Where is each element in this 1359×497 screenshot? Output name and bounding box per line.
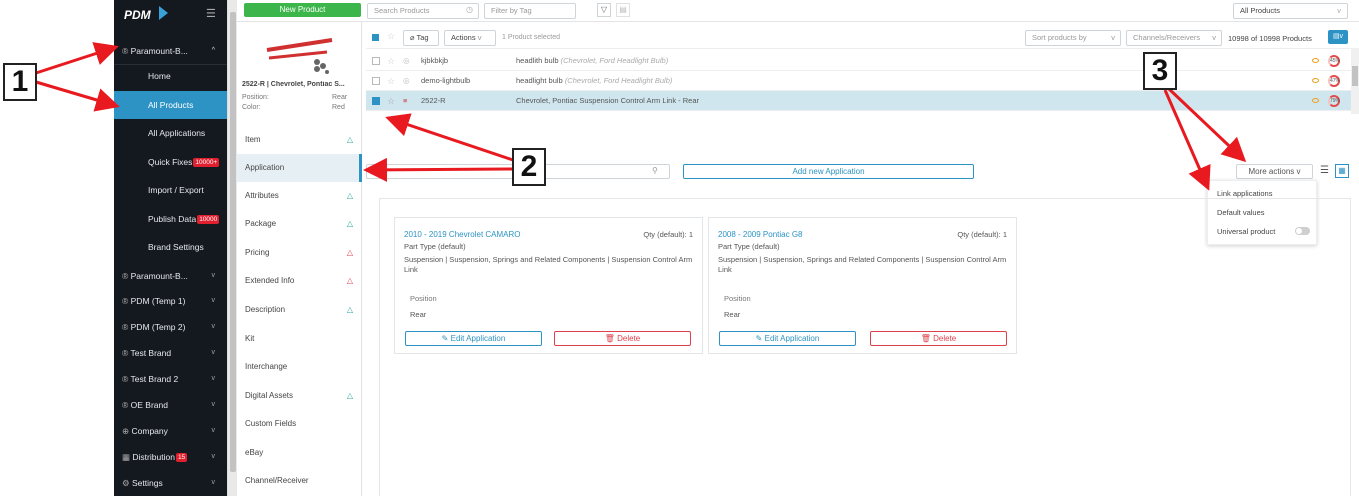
callout-3: 3 bbox=[1143, 52, 1177, 90]
callout-1: 1 bbox=[3, 63, 37, 101]
callout-2: 2 bbox=[512, 148, 546, 186]
